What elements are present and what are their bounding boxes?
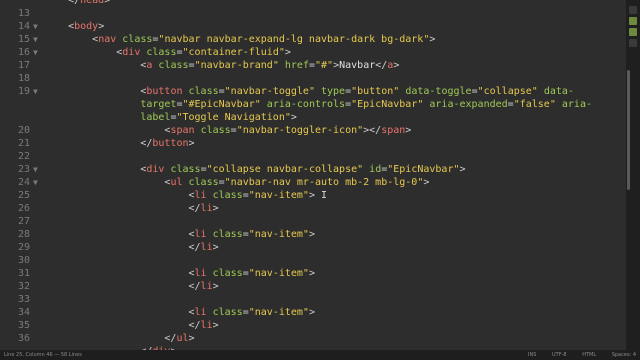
line-number: 28 bbox=[17, 229, 30, 240]
code-line[interactable]: label="Toggle Navigation"> bbox=[44, 111, 297, 124]
code-line[interactable]: <a class="navbar-brand" href="#">Navbar<… bbox=[44, 59, 399, 72]
line-number: 35 bbox=[17, 320, 30, 331]
line-number: 33 bbox=[17, 294, 30, 305]
status-bar: Line 25, Column 46 — 58 Lines INS UTF-8 … bbox=[0, 350, 640, 360]
line-number: 26 bbox=[17, 203, 30, 214]
indentation-selector[interactable]: Spaces: 4 bbox=[612, 352, 636, 358]
line-number: 22 bbox=[17, 151, 30, 162]
code-line[interactable]: </ul> bbox=[44, 332, 194, 345]
code-line[interactable]: <li class="nav-item"> bbox=[44, 267, 315, 280]
line-number: 27 bbox=[17, 216, 30, 227]
extension-icon[interactable] bbox=[629, 28, 637, 36]
status-right-group: INS UTF-8 HTML Spaces: 4 bbox=[514, 350, 636, 360]
line-number: 34 bbox=[17, 307, 30, 318]
fold-arrow-icon[interactable]: ▼ bbox=[33, 46, 41, 59]
code-line[interactable]: </li> bbox=[44, 280, 218, 293]
fold-arrow-icon[interactable]: ▼ bbox=[33, 33, 41, 46]
line-number: 21 bbox=[17, 138, 30, 149]
line-number bbox=[0, 98, 30, 111]
language-selector[interactable]: HTML bbox=[582, 352, 596, 358]
code-line[interactable]: <li class="nav-item"> bbox=[44, 306, 315, 319]
line-number: 23 bbox=[17, 164, 30, 175]
code-line[interactable]: <ul class="navbar-nav mr-auto mb-2 mb-lg… bbox=[44, 176, 429, 189]
line-number bbox=[0, 0, 30, 7]
terminal-icon[interactable] bbox=[629, 39, 637, 47]
code-line[interactable]: <body> bbox=[44, 20, 104, 33]
code-editor[interactable]: 13 14 ▼ 15 ▼ 16 ▼ 17 18 19 ▼ 20 21 22 23 ▼ 24 ▼ 25 26 27 28 29… bbox=[0, 0, 626, 350]
line-number: 29 bbox=[17, 242, 30, 253]
line-number: 16 bbox=[17, 47, 30, 58]
code-line[interactable]: </li> bbox=[44, 241, 218, 254]
code-line[interactable]: <li class="nav-item"> bbox=[44, 228, 315, 241]
line-number: 20 bbox=[17, 125, 30, 136]
line-number: 32 bbox=[17, 281, 30, 292]
line-number: 30 bbox=[17, 255, 30, 266]
line-number-gutter: 13 14 ▼ 15 ▼ 16 ▼ 17 18 19 ▼ 20 21 22 23 ▼ 24 ▼ 25 26 27 28 29… bbox=[0, 0, 44, 350]
code-line[interactable]: target="#EpicNavbar" aria-controls="Epic… bbox=[44, 98, 592, 111]
line-number: 19 bbox=[17, 86, 30, 97]
scrollbar-thumb[interactable] bbox=[627, 70, 630, 190]
code-line[interactable]: <div class="container-fluid"> bbox=[44, 46, 291, 59]
line-number: 17 bbox=[17, 60, 30, 71]
code-line[interactable]: </head> bbox=[44, 0, 110, 7]
encoding-selector[interactable]: UTF-8 bbox=[552, 352, 567, 358]
line-number: 14 bbox=[17, 21, 30, 32]
line-number: 13 bbox=[17, 8, 30, 19]
fold-arrow-icon[interactable]: ▼ bbox=[33, 176, 41, 189]
git-icon[interactable] bbox=[629, 17, 637, 25]
line-number: 15 bbox=[17, 34, 30, 45]
line-number: 18 bbox=[17, 73, 30, 84]
code-line[interactable]: <nav class="navbar navbar-expand-lg navb… bbox=[44, 33, 435, 46]
line-number: 36 bbox=[17, 333, 30, 344]
insert-mode-indicator[interactable]: INS bbox=[528, 352, 536, 358]
fold-arrow-icon[interactable]: ▼ bbox=[33, 85, 41, 98]
code-line[interactable]: </li> bbox=[44, 202, 218, 215]
code-line[interactable]: <li class="nav-item"> I bbox=[44, 189, 327, 202]
line-number: 24 bbox=[17, 177, 30, 188]
code-line[interactable]: <button class="navbar-toggle" type="butt… bbox=[44, 85, 574, 98]
code-line[interactable]: <span class="navbar-toggler-icon"></span… bbox=[44, 124, 411, 137]
cursor-position: Line 25, Column 46 — 58 Lines bbox=[4, 352, 82, 358]
fold-arrow-icon[interactable]: ▼ bbox=[33, 163, 41, 176]
window-icon[interactable] bbox=[629, 6, 637, 14]
code-line[interactable]: </button> bbox=[44, 137, 194, 150]
code-area[interactable]: </head> <body> <nav class="navbar navbar… bbox=[44, 0, 626, 350]
fold-arrow-icon[interactable]: ▼ bbox=[33, 20, 41, 33]
code-line[interactable]: <div class="collapse navbar-collapse" id… bbox=[44, 163, 465, 176]
line-number bbox=[0, 111, 30, 124]
line-number: 31 bbox=[17, 268, 30, 279]
code-line[interactable]: </li> bbox=[44, 319, 218, 332]
line-number: 25 bbox=[17, 190, 30, 201]
